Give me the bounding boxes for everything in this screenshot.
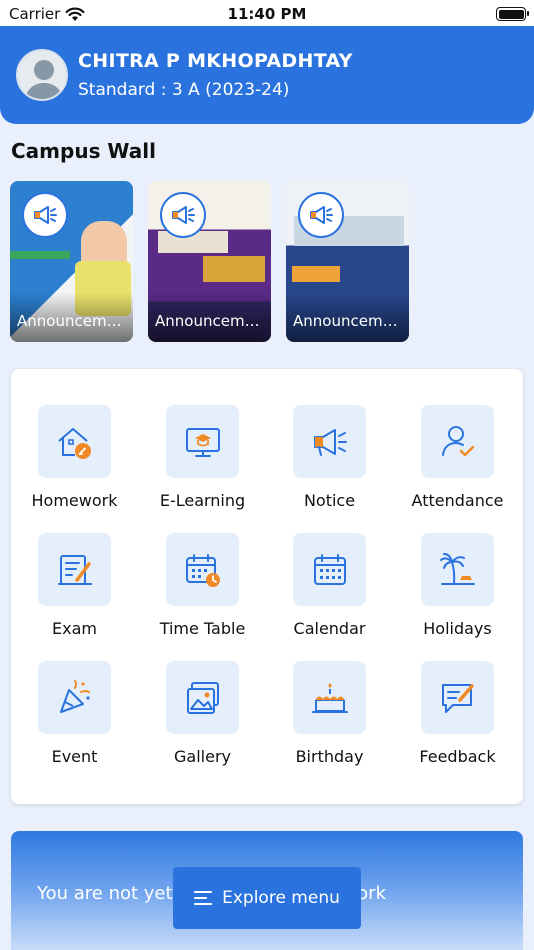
module-label: E-Learning bbox=[159, 491, 246, 510]
user-avatar-icon bbox=[18, 51, 66, 99]
profile-header: CHITRA P MKHOPADHTAY Standard : 3 A (202… bbox=[0, 26, 534, 124]
module-feedback[interactable]: Feedback bbox=[394, 661, 521, 781]
explore-menu-button[interactable]: Explore menu bbox=[173, 867, 361, 929]
module-calendar[interactable]: Calendar bbox=[266, 533, 393, 653]
module-notice[interactable]: Notice bbox=[266, 405, 393, 525]
module-birthday[interactable]: Birthday bbox=[266, 661, 393, 781]
student-standard: Standard : 3 A (2023-24) bbox=[78, 80, 290, 100]
module-label: Exam bbox=[52, 619, 97, 638]
battery-icon bbox=[496, 7, 529, 21]
announcement-caption: Announcement bbox=[17, 312, 129, 330]
feedback-icon bbox=[441, 683, 474, 713]
module-label: Gallery bbox=[174, 747, 231, 766]
module-label: Attendance bbox=[411, 491, 504, 510]
campus-wall-card[interactable]: Announcement bbox=[148, 181, 271, 342]
menu-icon bbox=[194, 891, 213, 905]
gallery-icon bbox=[186, 681, 219, 714]
campus-wall-card[interactable]: Announcement bbox=[10, 181, 133, 342]
time-table-icon bbox=[185, 553, 220, 587]
module-label: Feedback bbox=[419, 747, 496, 766]
megaphone-icon bbox=[22, 192, 68, 238]
exam-icon bbox=[57, 554, 92, 585]
megaphone-icon bbox=[298, 192, 344, 238]
campus-wall-card[interactable]: Announcement bbox=[286, 181, 409, 342]
module-e-learning[interactable]: E-Learning bbox=[139, 405, 266, 525]
status-bar: Carrier 11:40 PM bbox=[0, 0, 534, 26]
module-label: Event bbox=[51, 747, 98, 766]
birthday-icon bbox=[311, 682, 348, 713]
module-homework[interactable]: Homework bbox=[11, 405, 138, 525]
event-icon bbox=[59, 679, 90, 713]
e-learning-icon bbox=[185, 427, 220, 457]
megaphone-icon bbox=[160, 192, 206, 238]
student-name: CHITRA P MKHOPADHTAY bbox=[78, 50, 353, 72]
campus-wall-title: Campus Wall bbox=[11, 139, 156, 163]
holidays-icon bbox=[439, 552, 475, 585]
announcement-caption: Announcement bbox=[155, 312, 267, 330]
module-label: Holidays bbox=[423, 619, 492, 638]
announcement-caption: Announcement bbox=[293, 312, 405, 330]
module-label: Notice bbox=[303, 491, 356, 510]
avatar[interactable] bbox=[16, 49, 68, 101]
campus-wall-list: Announcement Announcement Announcement bbox=[10, 181, 409, 342]
calendar-icon bbox=[313, 553, 346, 585]
explore-menu-label: Explore menu bbox=[222, 888, 340, 908]
module-attendance[interactable]: Attendance bbox=[394, 405, 521, 525]
module-exam[interactable]: Exam bbox=[11, 533, 138, 653]
attendance-icon bbox=[441, 425, 474, 456]
homework-icon bbox=[57, 427, 91, 459]
module-gallery[interactable]: Gallery bbox=[139, 661, 266, 781]
notice-icon bbox=[313, 428, 347, 456]
module-label: Birthday bbox=[295, 747, 364, 766]
module-holidays[interactable]: Holidays bbox=[394, 533, 521, 653]
modules-grid: Homework E-Learning Notice Attendance Ex… bbox=[11, 369, 523, 804]
module-time-table[interactable]: Time Table bbox=[139, 533, 266, 653]
module-event[interactable]: Event bbox=[11, 661, 138, 781]
module-label: Time Table bbox=[159, 619, 246, 638]
module-label: Calendar bbox=[293, 619, 366, 638]
module-label: Homework bbox=[31, 491, 118, 510]
status-time: 11:40 PM bbox=[227, 5, 307, 23]
